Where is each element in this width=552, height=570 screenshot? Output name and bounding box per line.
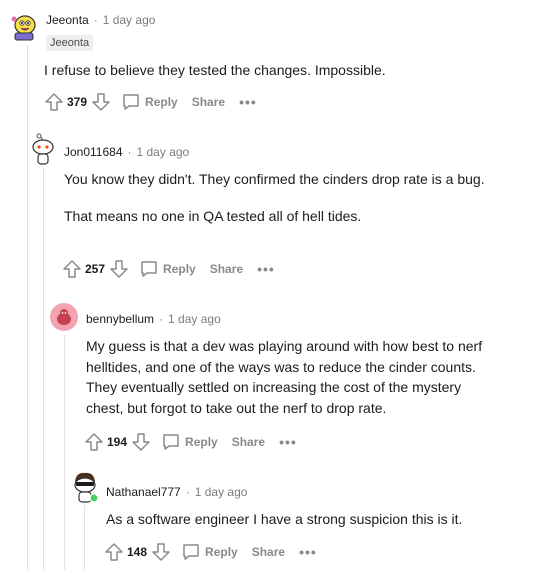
reply-button[interactable]: Reply — [181, 542, 238, 562]
comment-paragraph: You know they didn't. They confirmed the… — [64, 171, 485, 187]
reply-button[interactable]: Reply — [139, 259, 196, 279]
timestamp[interactable]: 1 day ago — [195, 485, 248, 499]
reply-label: Reply — [205, 545, 238, 559]
upvote-button[interactable] — [84, 432, 104, 452]
downvote-icon — [132, 433, 150, 451]
upvote-button[interactable] — [104, 542, 124, 562]
reply-label: Reply — [185, 435, 218, 449]
comment-paragraph: That means no one in QA tested all of he… — [64, 207, 362, 224]
upvote-button[interactable] — [62, 259, 82, 279]
upvote-icon — [63, 260, 81, 278]
comment-bubble-icon — [163, 434, 179, 450]
avatar[interactable] — [9, 13, 39, 43]
separator: · — [159, 312, 164, 326]
username[interactable]: bennybellum — [86, 312, 154, 326]
share-label: Share — [209, 262, 244, 276]
share-button[interactable]: Share — [210, 262, 243, 276]
avatar[interactable] — [70, 470, 100, 504]
username[interactable]: Jon011684 — [64, 145, 123, 159]
user-flair: Jeeonta — [46, 35, 94, 51]
avatar[interactable] — [50, 303, 78, 331]
downvote-icon — [110, 260, 128, 278]
share-button[interactable]: Share — [232, 435, 265, 449]
comment-meta: Nathanael777 · 1 day ago — [106, 485, 247, 499]
share-button[interactable]: Share — [252, 545, 285, 559]
reply-button[interactable]: Reply — [161, 432, 218, 452]
downvote-icon — [92, 93, 110, 111]
more-options-button[interactable]: ••• — [299, 545, 317, 559]
comment-body: You know they didn't. They confirmed the… — [64, 169, 494, 226]
thread-line-4[interactable] — [84, 505, 85, 570]
thread-line-1[interactable] — [27, 45, 28, 570]
comment-actions: 148 Reply Share ••• — [104, 541, 317, 563]
username[interactable]: Nathanael777 — [106, 485, 181, 499]
comment-bubble-icon — [123, 94, 139, 110]
vote-score: 257 — [85, 262, 106, 276]
comment-paragraph: My guess is that a dev was playing aroun… — [86, 338, 483, 416]
share-label: Share — [251, 545, 286, 559]
upvote-icon — [105, 543, 123, 561]
comment-paragraph: I refuse to believe they tested the chan… — [44, 62, 386, 78]
comment-meta: Jon011684 · 1 day ago — [64, 145, 189, 159]
separator: · — [127, 145, 132, 159]
comment-bubble-icon — [183, 544, 199, 560]
more-options-button[interactable]: ••• — [279, 435, 297, 449]
reply-label: Reply — [163, 262, 196, 276]
vote-score: 148 — [127, 545, 148, 559]
comment-actions: 194 Reply Share ••• — [84, 431, 297, 453]
reply-label: Reply — [145, 95, 178, 109]
username[interactable]: Jeeonta — [46, 13, 89, 27]
comment-body: My guess is that a dev was playing aroun… — [86, 336, 486, 418]
upvote-icon — [85, 433, 103, 451]
upvote-icon — [45, 93, 63, 111]
timestamp[interactable]: 1 day ago — [168, 312, 221, 326]
downvote-button[interactable] — [91, 92, 111, 112]
downvote-button[interactable] — [109, 259, 129, 279]
comment-actions: 379 Reply Share ••• — [44, 91, 257, 113]
downvote-icon — [152, 543, 170, 561]
thread-line-3[interactable] — [64, 335, 65, 570]
avatar[interactable] — [30, 132, 56, 166]
comment-paragraph: As a software engineer I have a strong s… — [106, 511, 463, 527]
comment-bubble-icon — [141, 261, 157, 277]
share-label: Share — [231, 435, 266, 449]
more-options-button[interactable]: ••• — [257, 262, 275, 276]
upvote-button[interactable] — [44, 92, 64, 112]
comment-meta: bennybellum · 1 day ago — [86, 312, 221, 326]
reply-button[interactable]: Reply — [121, 92, 178, 112]
vote-score: 194 — [107, 435, 128, 449]
comment-body: I refuse to believe they tested the chan… — [44, 60, 504, 81]
downvote-button[interactable] — [151, 542, 171, 562]
downvote-button[interactable] — [131, 432, 151, 452]
thread-line-2[interactable] — [43, 168, 44, 570]
separator: · — [93, 13, 98, 27]
timestamp[interactable]: 1 day ago — [103, 13, 156, 27]
comment-meta: Jeeonta · 1 day ago — [46, 13, 155, 27]
separator: · — [185, 485, 190, 499]
share-label: Share — [191, 95, 226, 109]
more-options-button[interactable]: ••• — [239, 95, 257, 109]
vote-score: 379 — [67, 95, 88, 109]
comment-body: As a software engineer I have a strong s… — [106, 509, 526, 530]
comment-actions: 257 Reply Share ••• — [62, 258, 275, 280]
share-button[interactable]: Share — [192, 95, 225, 109]
timestamp[interactable]: 1 day ago — [137, 145, 190, 159]
